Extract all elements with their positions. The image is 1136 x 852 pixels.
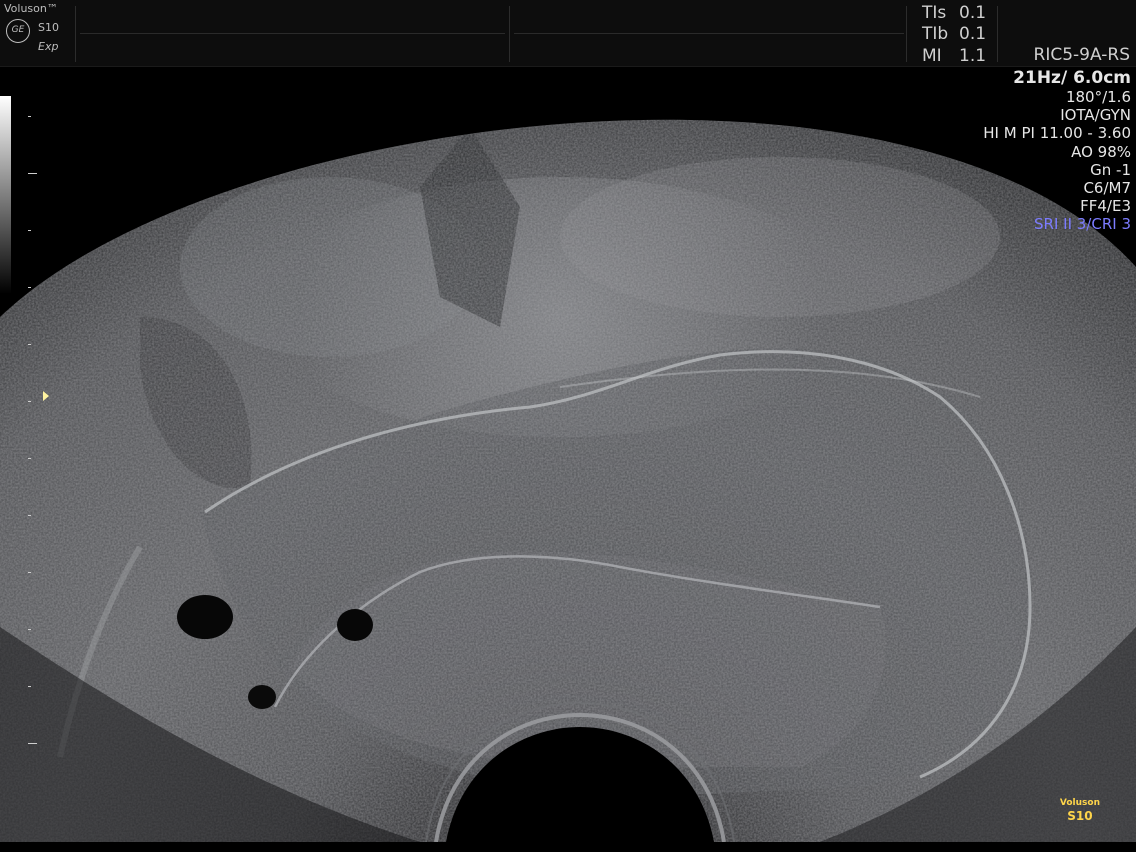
header-divider [509,6,510,62]
depth-tick [28,173,37,174]
preset-label: IOTA/GYN [1060,106,1131,125]
grayscale-bar [0,96,11,294]
header-divider [906,6,907,62]
depth-tick [28,743,37,744]
gain-label: Gn -1 [1090,160,1131,179]
tis-value: 0.1 [959,3,987,23]
depth-tick [28,287,31,288]
header-divider [75,6,76,62]
header-line [80,33,505,34]
top-info-bar: Voluson™ GE S10 Exp TIs 0.1 TIb 0.1 MI 1… [0,0,1136,67]
mi-label: MI [922,46,942,66]
depth-tick [28,629,31,630]
depth-tick [28,458,31,459]
depth-tick [28,401,31,402]
watermark-model: S10 [1067,809,1093,823]
probe-label: RIC5-9A-RS [1033,45,1130,65]
tib-label: TIb [922,24,949,44]
parameter-panel: 21Hz/ 6.0cm 180°/1.6 IOTA/GYN HI M PI 11… [983,68,1131,234]
depth-tick [28,572,31,573]
tis-label: TIs [922,3,947,23]
map-label: C6/M7 [1083,179,1131,198]
ge-logo-icon: GE [6,19,30,43]
acoustic-output: AO 98% [1071,142,1131,161]
edition-label: Exp [38,40,59,53]
harmonics-label: HI M PI 11.00 - 3.60 [983,124,1131,143]
tib-value: 0.1 [959,24,987,44]
depth-tick [28,344,31,345]
depth-tick [28,515,31,516]
depth-tick [28,116,31,117]
voluson-watermark: Voluson S10 [1060,797,1100,823]
mi-value: 1.1 [959,46,987,66]
model-label: S10 [38,21,59,34]
header-divider [997,6,998,62]
sri-label: SRI II 3/CRI 3 [1034,215,1131,234]
scan-angle: 180°/1.6 [1065,88,1131,106]
ultrasound-scan-svg [0,119,1136,843]
focus-marker-icon [43,391,49,401]
brand-label: Voluson™ [4,2,58,15]
filter-label: FF4/E3 [1080,197,1131,216]
depth-tick [28,230,31,231]
ultrasound-image [0,67,1136,843]
depth-tick [28,686,31,687]
frame-rate-depth: 21Hz/ 6.0cm [1013,68,1131,88]
header-line [514,33,904,34]
